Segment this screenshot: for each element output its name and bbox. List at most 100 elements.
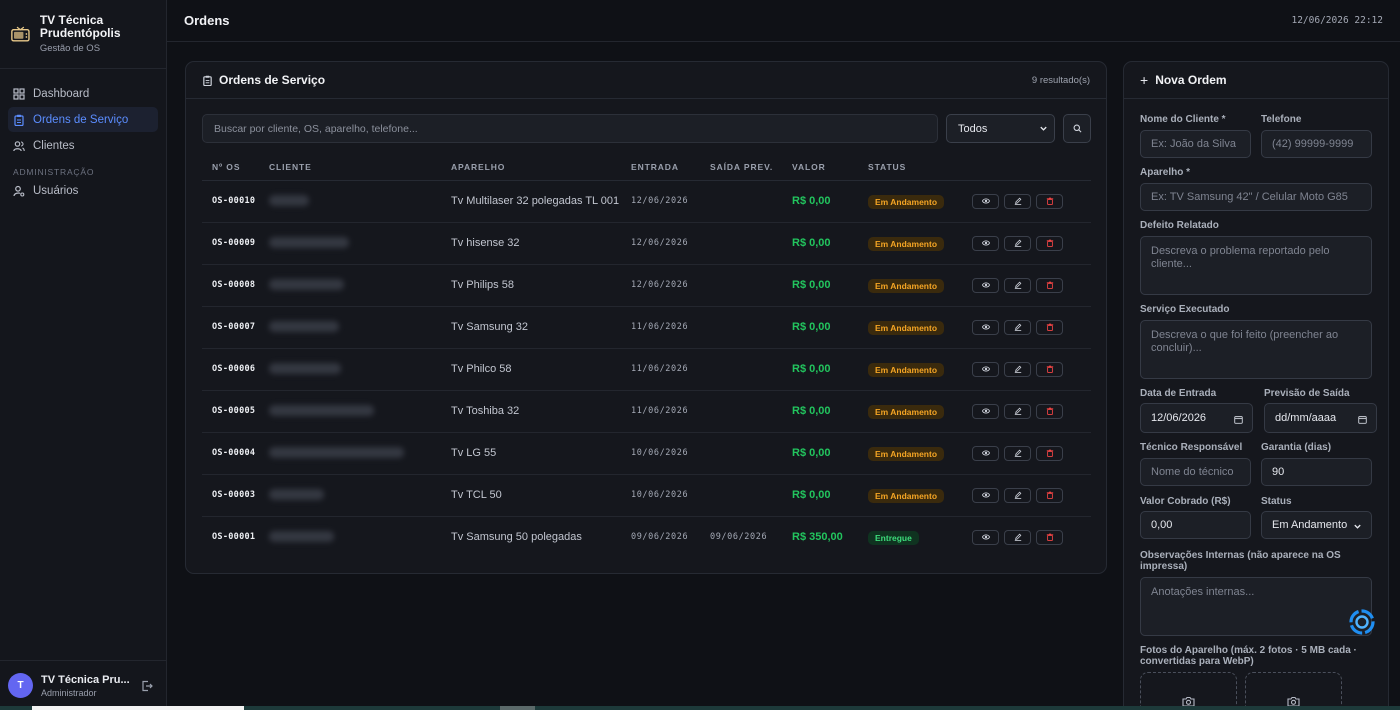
- delete-button[interactable]: [1036, 403, 1063, 419]
- order-value: R$ 0,00: [792, 474, 868, 517]
- edit-button[interactable]: [1004, 235, 1031, 251]
- status-filter-select[interactable]: Todos: [946, 114, 1055, 143]
- delete-button[interactable]: [1036, 193, 1063, 209]
- table-row[interactable]: OS-00006 Tv Philco 58 11/06/2026 R$ 0,00 Em …: [202, 348, 1091, 391]
- eye-icon: [981, 324, 990, 330]
- view-button[interactable]: [972, 445, 999, 461]
- calendar-icon[interactable]: [1358, 415, 1367, 424]
- client-name-redacted: [269, 222, 439, 265]
- price-field[interactable]: 0,00: [1140, 511, 1251, 539]
- search-button[interactable]: [1063, 114, 1091, 143]
- view-button[interactable]: [972, 361, 999, 377]
- column-header[interactable]: ENTRADA: [631, 155, 710, 181]
- view-button[interactable]: [972, 235, 999, 251]
- row-actions: [972, 432, 1091, 475]
- device-name: Tv TCL 50: [439, 474, 631, 517]
- edit-button[interactable]: [1004, 529, 1031, 545]
- edit-button[interactable]: [1004, 487, 1031, 503]
- delete-button[interactable]: [1036, 361, 1063, 377]
- defect-textarea[interactable]: Descreva o problema reportado pelo clien…: [1140, 236, 1372, 295]
- sidebar-item-usuarios[interactable]: Usuários: [8, 178, 158, 203]
- warranty-field[interactable]: 90: [1261, 458, 1372, 486]
- plus-icon: +: [1140, 72, 1149, 88]
- table-row[interactable]: OS-00005 Tv Toshiba 32 11/06/2026 R$ 0,00 Em…: [202, 390, 1091, 433]
- photos-label: Fotos do Aparelho (máx. 2 fotos · 5 MB c…: [1140, 645, 1357, 667]
- status-badge: Em Andamento: [868, 447, 945, 461]
- orders-table: Nº OS CLIENTE APARELHO ENTRADA SAÍDA PRE…: [202, 155, 1091, 558]
- device-name: Tv Philips 58: [439, 264, 631, 307]
- delete-button[interactable]: [1036, 319, 1063, 335]
- sidebar-item-dashboard[interactable]: Dashboard: [8, 81, 158, 106]
- technician-field[interactable]: Nome do técnico: [1140, 458, 1251, 486]
- edit-icon: [1014, 239, 1021, 247]
- edit-button[interactable]: [1004, 277, 1031, 293]
- photo-upload-slot[interactable]: [1140, 672, 1237, 710]
- device-name: Tv hisense 32: [439, 222, 631, 265]
- column-header[interactable]: Nº OS: [202, 155, 269, 181]
- edit-button[interactable]: [1004, 403, 1031, 419]
- table-row[interactable]: OS-00004 Tv LG 55 10/06/2026 R$ 0,00 Em Anda…: [202, 432, 1091, 475]
- exit-date-field[interactable]: dd/mm/aaaa: [1264, 403, 1377, 433]
- table-row[interactable]: OS-00001 Tv Samsung 50 polegadas 09/06/202…: [202, 516, 1091, 558]
- table-row[interactable]: OS-00007 Tv Samsung 32 11/06/2026 R$ 0,00 Em…: [202, 306, 1091, 349]
- client-name-redacted: [269, 474, 439, 517]
- status-cell: Entregue: [868, 516, 972, 558]
- view-button[interactable]: [972, 403, 999, 419]
- entry-date-field[interactable]: 12/06/2026: [1140, 403, 1253, 433]
- trash-icon: [1046, 365, 1053, 373]
- delete-button[interactable]: [1036, 235, 1063, 251]
- delete-button[interactable]: [1036, 277, 1063, 293]
- edit-button[interactable]: [1004, 319, 1031, 335]
- sidebar-item-ordens[interactable]: Ordens de Serviço: [8, 107, 158, 132]
- client-name-field[interactable]: Ex: João da Silva: [1140, 130, 1251, 158]
- tv-icon: [11, 26, 30, 42]
- exit-date-label: Previsão de Saída: [1264, 388, 1350, 399]
- brand[interactable]: TV Técnica Prudentópolis Gestão de OS: [0, 0, 166, 69]
- sidebar-item-label: Ordens de Serviço: [33, 113, 129, 126]
- edit-button[interactable]: [1004, 193, 1031, 209]
- photo-upload-slot[interactable]: [1245, 672, 1342, 710]
- view-button[interactable]: [972, 487, 999, 503]
- column-header[interactable]: APARELHO: [439, 155, 631, 181]
- view-button[interactable]: [972, 529, 999, 545]
- taskbar-segment: [500, 706, 535, 710]
- sidebar-item-clientes[interactable]: Clientes: [8, 133, 158, 158]
- table-row[interactable]: OS-00009 Tv hisense 32 12/06/2026 R$ 0,00 Em…: [202, 222, 1091, 265]
- search-input[interactable]: [202, 114, 938, 143]
- table-row[interactable]: OS-00003 Tv TCL 50 10/06/2026 R$ 0,00 Em And…: [202, 474, 1091, 517]
- order-value: R$ 350,00: [792, 531, 843, 544]
- column-header[interactable]: SAÍDA PREV.: [710, 155, 792, 181]
- notes-textarea[interactable]: Anotações internas...: [1140, 577, 1372, 636]
- column-header[interactable]: CLIENTE: [269, 155, 439, 181]
- order-number: OS-00006: [202, 348, 269, 391]
- edit-icon: [1014, 407, 1021, 415]
- status-select[interactable]: Em Andamento: [1261, 511, 1372, 539]
- delete-button[interactable]: [1036, 445, 1063, 461]
- status-label: Status: [1261, 496, 1292, 507]
- user-profile[interactable]: T TV Técnica Pru... Administrador: [0, 660, 166, 710]
- main-nav: Dashboard Ordens de Serviço Clientes ADM…: [0, 69, 166, 203]
- table-row[interactable]: OS-00008 Tv Philips 58 12/06/2026 R$ 0,00 Em…: [202, 264, 1091, 307]
- order-value: R$ 0,00: [792, 222, 868, 265]
- exit-date: [710, 348, 792, 391]
- assistant-logo-icon[interactable]: [1348, 608, 1376, 636]
- view-button[interactable]: [972, 319, 999, 335]
- column-header[interactable]: VALOR: [792, 155, 868, 181]
- edit-button[interactable]: [1004, 445, 1031, 461]
- view-button[interactable]: [972, 277, 999, 293]
- edit-button[interactable]: [1004, 361, 1031, 377]
- column-header[interactable]: STATUS: [868, 155, 972, 181]
- delete-button[interactable]: [1036, 529, 1063, 545]
- view-button[interactable]: [972, 193, 999, 209]
- trash-icon: [1046, 197, 1053, 205]
- client-name-redacted: [269, 180, 439, 223]
- table-row[interactable]: OS-00010 Tv Multilaser 32 polegadas TL 00…: [202, 180, 1091, 223]
- trash-icon: [1046, 449, 1053, 457]
- service-textarea[interactable]: Descreva o que foi feito (preencher ao c…: [1140, 320, 1372, 379]
- calendar-icon[interactable]: [1234, 415, 1243, 424]
- edit-icon: [1014, 491, 1021, 499]
- logout-icon[interactable]: [141, 680, 153, 692]
- device-field[interactable]: Ex: TV Samsung 42" / Celular Moto G85: [1140, 183, 1372, 211]
- phone-field[interactable]: (42) 99999-9999: [1261, 130, 1372, 158]
- delete-button[interactable]: [1036, 487, 1063, 503]
